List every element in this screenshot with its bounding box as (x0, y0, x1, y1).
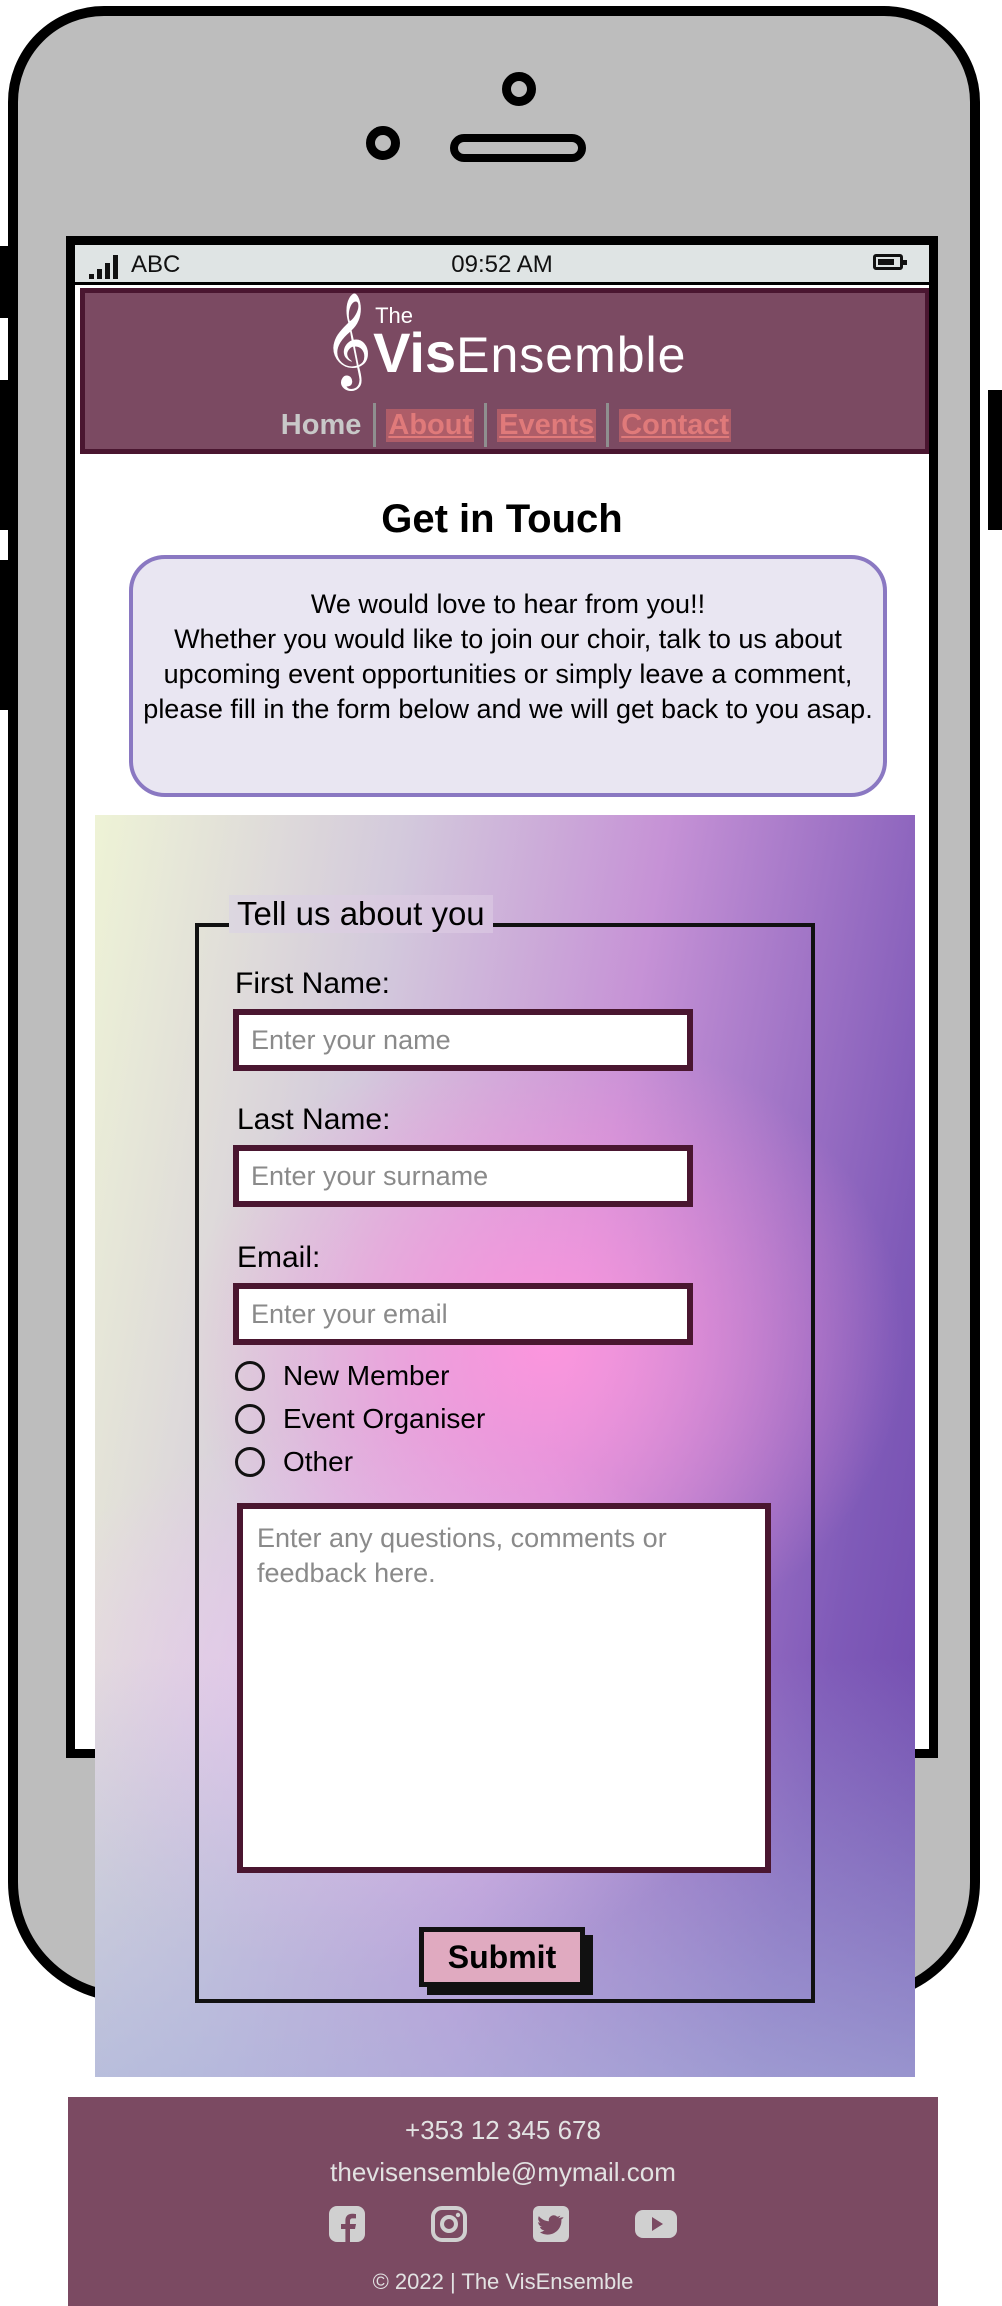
fieldset-legend: Tell us about you (229, 895, 493, 933)
radio-label: Other (283, 1446, 354, 1477)
page-title: Get in Touch (381, 497, 623, 541)
facebook-icon[interactable] (328, 2205, 366, 2243)
battery-icon (873, 254, 907, 270)
footer-phone[interactable]: +353 12 345 678 (68, 2115, 938, 2146)
first-name-label: First Name: (235, 967, 391, 1000)
nav-events[interactable]: Events (497, 408, 597, 442)
nav-separator (484, 403, 488, 447)
status-clock: 09:52 AM (451, 251, 553, 278)
status-bar: ABC 09:52 AM (75, 245, 929, 285)
last-name-label: Last Name: (237, 1103, 391, 1136)
contact-form-panel: Tell us about you First Name: Last Name:… (95, 815, 915, 2077)
front-camera (502, 72, 536, 106)
intro-box: We would love to hear from you!! Whether… (129, 555, 887, 797)
logo-wordmark: The VisEnsemble (373, 299, 686, 397)
nav-about[interactable]: About (386, 408, 475, 442)
radio-label: New Member (283, 1360, 450, 1391)
radio-label: Event Organiser (283, 1403, 486, 1434)
email-label: Email: (237, 1241, 321, 1274)
treble-clef-icon: 𝄞 (323, 292, 372, 387)
nav-home[interactable]: Home (269, 409, 374, 442)
nav-contact[interactable]: Contact (619, 408, 732, 442)
radio-button[interactable] (235, 1404, 265, 1434)
radio-button[interactable] (235, 1447, 265, 1477)
radio-new-member[interactable]: New Member (235, 1359, 449, 1393)
last-name-input[interactable] (233, 1145, 693, 1207)
logo-ensemble: Ensemble (456, 327, 687, 383)
submit-button[interactable]: Submit (419, 1927, 585, 1987)
email-input[interactable] (233, 1283, 693, 1345)
site-logo[interactable]: 𝄞 The VisEnsemble (85, 299, 925, 389)
intro-text: Whether you would like to join our choir… (143, 624, 873, 724)
youtube-icon[interactable] (634, 2205, 678, 2243)
footer-email[interactable]: thevisensemble@mymail.com (68, 2157, 938, 2188)
radio-event-organiser[interactable]: Event Organiser (235, 1402, 485, 1436)
contact-fieldset: Tell us about you First Name: Last Name:… (195, 895, 815, 2003)
intro-heading: We would love to hear from you!! (310, 589, 706, 619)
main-nav: Home About Events Contact (85, 403, 925, 447)
nav-separator (373, 403, 377, 447)
nav-separator (606, 403, 610, 447)
radio-other[interactable]: Other (235, 1445, 353, 1479)
footer-copyright: © 2022 | The VisEnsemble (372, 2269, 634, 2294)
logo-the: The (375, 303, 413, 328)
site-header: 𝄞 The VisEnsemble Home About Events Conta… (80, 288, 929, 454)
radio-button[interactable] (235, 1361, 265, 1391)
comments-textarea[interactable] (237, 1503, 771, 1873)
site-footer: +353 12 345 678 thevisensemble@mymail.co… (68, 2097, 938, 2306)
proximity-sensor (366, 126, 400, 160)
twitter-icon[interactable] (532, 2205, 570, 2243)
social-links (68, 2205, 938, 2243)
first-name-input[interactable] (233, 1009, 693, 1071)
phone-side-button-right (988, 390, 1002, 530)
earpiece-speaker (450, 134, 586, 162)
instagram-icon[interactable] (430, 2205, 468, 2243)
